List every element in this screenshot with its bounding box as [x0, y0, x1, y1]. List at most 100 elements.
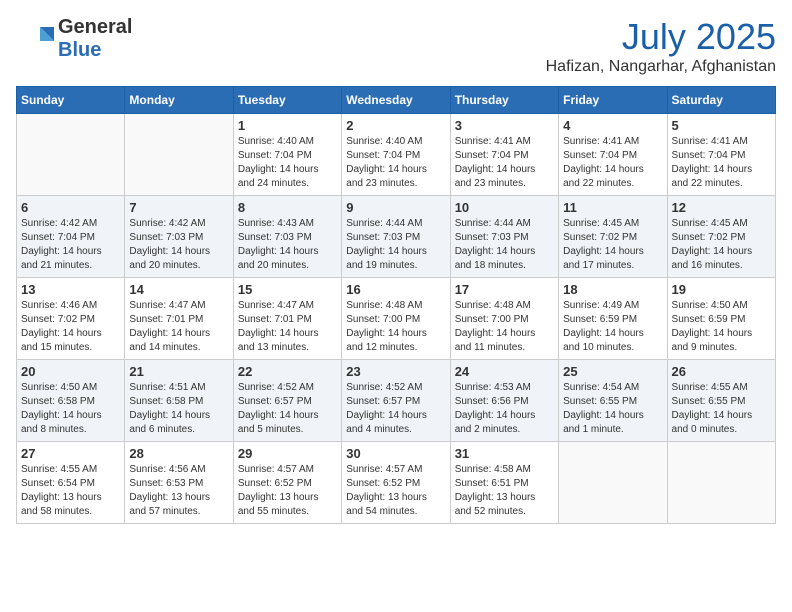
col-tuesday: Tuesday: [233, 87, 341, 114]
day-number: 26: [672, 364, 771, 379]
day-info: Sunrise: 4:44 AMSunset: 7:03 PMDaylight:…: [346, 218, 427, 271]
calendar-cell: 23 Sunrise: 4:52 AMSunset: 6:57 PMDayligh…: [342, 360, 450, 442]
month-title: July 2025: [546, 16, 776, 58]
day-info: Sunrise: 4:51 AMSunset: 6:58 PMDaylight:…: [129, 382, 210, 435]
col-wednesday: Wednesday: [342, 87, 450, 114]
calendar-cell: 1 Sunrise: 4:40 AMSunset: 7:04 PMDaylight…: [233, 114, 341, 196]
day-info: Sunrise: 4:55 AMSunset: 6:54 PMDaylight:…: [21, 464, 102, 517]
day-info: Sunrise: 4:55 AMSunset: 6:55 PMDaylight:…: [672, 382, 753, 435]
col-saturday: Saturday: [667, 87, 775, 114]
calendar-cell: 9Sunrise: 4:44 AMSunset: 7:03 PMDaylight…: [342, 196, 450, 278]
day-number: 11: [563, 200, 662, 215]
calendar-cell: 14 Sunrise: 4:47 AMSunset: 7:01 PMDayligh…: [125, 278, 233, 360]
calendar-cell: 2Sunrise: 4:40 AMSunset: 7:04 PMDaylight…: [342, 114, 450, 196]
day-number: 7: [129, 200, 228, 215]
day-info: Sunrise: 4:53 AMSunset: 6:56 PMDaylight:…: [455, 382, 536, 435]
col-monday: Monday: [125, 87, 233, 114]
location-title: Hafizan, Nangarhar, Afghanistan: [546, 58, 776, 76]
day-number: 10: [455, 200, 554, 215]
calendar-week-row: 13Sunrise: 4:46 AMSunset: 7:02 PMDayligh…: [17, 278, 776, 360]
calendar-cell: [559, 442, 667, 524]
calendar-cell: [667, 442, 775, 524]
day-info: Sunrise: 4:52 AMSunset: 6:57 PMDaylight:…: [238, 382, 319, 435]
day-info: Sunrise: 4:50 AMSunset: 6:59 PMDaylight:…: [672, 300, 753, 353]
day-info: Sunrise: 4:47 AMSunset: 7:01 PMDaylight:…: [129, 300, 210, 353]
day-number: 16: [346, 282, 445, 297]
calendar-cell: 29Sunrise: 4:57 AMSunset: 6:52 PMDayligh…: [233, 442, 341, 524]
day-number: 25: [563, 364, 662, 379]
day-number: 8: [238, 200, 337, 215]
day-info: Sunrise: 4:54 AMSunset: 6:55 PMDaylight:…: [563, 382, 644, 435]
header-row: Sunday Monday Tuesday Wednesday Thursday…: [17, 87, 776, 114]
day-info: Sunrise: 4:49 AMSunset: 6:59 PMDaylight:…: [563, 300, 644, 353]
calendar-cell: 28 Sunrise: 4:56 AMSunset: 6:53 PMDayligh…: [125, 442, 233, 524]
day-info: Sunrise: 4:48 AMSunset: 7:00 PMDaylight:…: [346, 300, 427, 353]
day-number: 6: [21, 200, 120, 215]
calendar-cell: 8Sunrise: 4:43 AMSunset: 7:03 PMDaylight…: [233, 196, 341, 278]
day-info: Sunrise: 4:42 AMSunset: 7:04 PMDaylight:…: [21, 218, 102, 271]
calendar-week-row: 6 Sunrise: 4:42 AMSunset: 7:04 PMDaylight…: [17, 196, 776, 278]
title-block: July 2025 Hafizan, Nangarhar, Afghanista…: [546, 16, 776, 76]
calendar-cell: 10 Sunrise: 4:44 AMSunset: 7:03 PMDayligh…: [450, 196, 558, 278]
calendar-cell: 30Sunrise: 4:57 AMSunset: 6:52 PMDayligh…: [342, 442, 450, 524]
calendar-cell: [125, 114, 233, 196]
day-info: Sunrise: 4:45 AMSunset: 7:02 PMDaylight:…: [672, 218, 753, 271]
logo-icon: [16, 19, 56, 59]
calendar-cell: 27 Sunrise: 4:55 AMSunset: 6:54 PMDayligh…: [17, 442, 125, 524]
day-number: 4: [563, 118, 662, 133]
calendar-cell: 22 Sunrise: 4:52 AMSunset: 6:57 PMDayligh…: [233, 360, 341, 442]
calendar-cell: 19 Sunrise: 4:50 AMSunset: 6:59 PMDayligh…: [667, 278, 775, 360]
day-info: Sunrise: 4:41 AMSunset: 7:04 PMDaylight:…: [455, 136, 536, 189]
calendar-cell: 25 Sunrise: 4:54 AMSunset: 6:55 PMDayligh…: [559, 360, 667, 442]
day-number: 18: [563, 282, 662, 297]
calendar-cell: 16 Sunrise: 4:48 AMSunset: 7:00 PMDayligh…: [342, 278, 450, 360]
col-thursday: Thursday: [450, 87, 558, 114]
day-number: 21: [129, 364, 228, 379]
day-number: 28: [129, 446, 228, 461]
calendar-cell: 13Sunrise: 4:46 AMSunset: 7:02 PMDayligh…: [17, 278, 125, 360]
day-info: Sunrise: 4:41 AMSunset: 7:04 PMDaylight:…: [563, 136, 644, 189]
calendar-cell: 12Sunrise: 4:45 AMSunset: 7:02 PMDayligh…: [667, 196, 775, 278]
day-number: 5: [672, 118, 771, 133]
day-number: 1: [238, 118, 337, 133]
day-number: 23: [346, 364, 445, 379]
day-info: Sunrise: 4:58 AMSunset: 6:51 PMDaylight:…: [455, 464, 536, 517]
calendar-cell: 11Sunrise: 4:45 AMSunset: 7:02 PMDayligh…: [559, 196, 667, 278]
day-info: Sunrise: 4:47 AMSunset: 7:01 PMDaylight:…: [238, 300, 319, 353]
day-number: 17: [455, 282, 554, 297]
day-number: 24: [455, 364, 554, 379]
day-number: 13: [21, 282, 120, 297]
day-number: 27: [21, 446, 120, 461]
calendar-cell: 4 Sunrise: 4:41 AMSunset: 7:04 PMDaylight…: [559, 114, 667, 196]
day-number: 20: [21, 364, 120, 379]
calendar-cell: 31Sunrise: 4:58 AMSunset: 6:51 PMDayligh…: [450, 442, 558, 524]
day-info: Sunrise: 4:42 AMSunset: 7:03 PMDaylight:…: [129, 218, 210, 271]
col-friday: Friday: [559, 87, 667, 114]
col-sunday: Sunday: [17, 87, 125, 114]
day-number: 3: [455, 118, 554, 133]
calendar-cell: 15 Sunrise: 4:47 AMSunset: 7:01 PMDayligh…: [233, 278, 341, 360]
day-info: Sunrise: 4:41 AMSunset: 7:04 PMDaylight:…: [672, 136, 753, 189]
day-info: Sunrise: 4:56 AMSunset: 6:53 PMDaylight:…: [129, 464, 210, 517]
day-info: Sunrise: 4:48 AMSunset: 7:00 PMDaylight:…: [455, 300, 536, 353]
calendar-cell: 18 Sunrise: 4:49 AMSunset: 6:59 PMDayligh…: [559, 278, 667, 360]
calendar-week-row: 20 Sunrise: 4:50 AMSunset: 6:58 PMDayligh…: [17, 360, 776, 442]
calendar-cell: 20 Sunrise: 4:50 AMSunset: 6:58 PMDayligh…: [17, 360, 125, 442]
day-number: 14: [129, 282, 228, 297]
day-info: Sunrise: 4:50 AMSunset: 6:58 PMDaylight:…: [21, 382, 102, 435]
day-number: 15: [238, 282, 337, 297]
day-number: 22: [238, 364, 337, 379]
calendar-cell: [17, 114, 125, 196]
day-info: Sunrise: 4:40 AMSunset: 7:04 PMDaylight:…: [238, 136, 319, 189]
calendar-week-row: 1 Sunrise: 4:40 AMSunset: 7:04 PMDaylight…: [17, 114, 776, 196]
day-number: 30: [346, 446, 445, 461]
logo: General Blue: [16, 16, 132, 62]
calendar-week-row: 27 Sunrise: 4:55 AMSunset: 6:54 PMDayligh…: [17, 442, 776, 524]
day-info: Sunrise: 4:52 AMSunset: 6:57 PMDaylight:…: [346, 382, 427, 435]
day-info: Sunrise: 4:44 AMSunset: 7:03 PMDaylight:…: [455, 218, 536, 271]
calendar-cell: 7 Sunrise: 4:42 AMSunset: 7:03 PMDaylight…: [125, 196, 233, 278]
day-number: 19: [672, 282, 771, 297]
calendar-cell: 5 Sunrise: 4:41 AMSunset: 7:04 PMDaylight…: [667, 114, 775, 196]
page-header: General Blue July 2025 Hafizan, Nangarha…: [16, 16, 776, 76]
calendar-cell: 21 Sunrise: 4:51 AMSunset: 6:58 PMDayligh…: [125, 360, 233, 442]
